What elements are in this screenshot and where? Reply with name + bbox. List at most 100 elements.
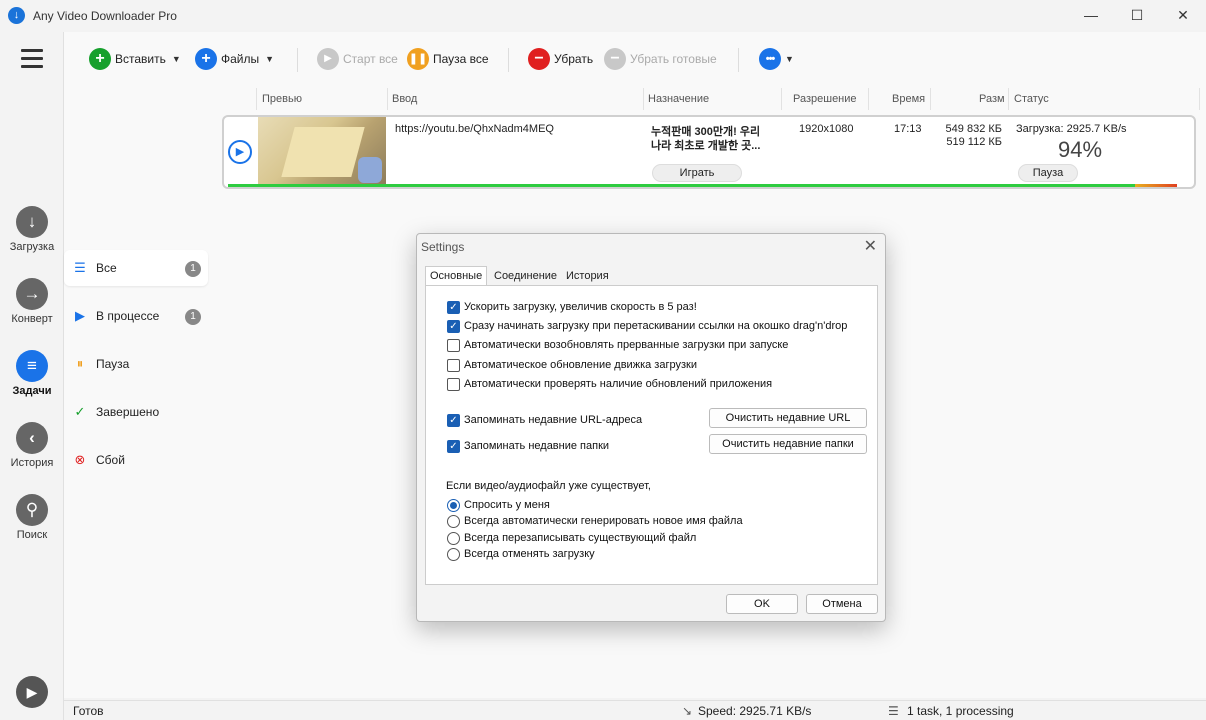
- checkbox-remember-urls[interactable]: ✓ Запоминать недавние URL-адреса: [447, 413, 642, 427]
- toolbar-divider: [508, 48, 509, 72]
- checkbox-box[interactable]: [447, 358, 460, 372]
- column-header-status[interactable]: Статус: [1014, 93, 1049, 105]
- checkbox-label: Сразу начинать загрузку при перетаскиван…: [464, 320, 848, 332]
- maximize-icon[interactable]: ☐: [1114, 0, 1160, 32]
- column-header-preview[interactable]: Превью: [262, 93, 302, 105]
- paste-button[interactable]: + Вставить ▼: [89, 47, 181, 71]
- radio-circle[interactable]: [447, 547, 460, 561]
- pause-all-button[interactable]: ❚❚ Пауза все: [407, 47, 489, 71]
- close-icon[interactable]: ✕: [1160, 0, 1206, 32]
- play-icon[interactable]: ▶: [228, 140, 252, 164]
- radio-ask[interactable]: Спросить у меня: [447, 498, 550, 512]
- radio-overwrite[interactable]: Всегда перезаписывать существующий файл: [447, 531, 696, 545]
- filter-item-completed[interactable]: ✓ Завершено: [64, 394, 208, 430]
- remove-done-button[interactable]: − Убрать готовые: [604, 47, 717, 71]
- video-thumbnail: [258, 117, 386, 187]
- search-icon: ⚲: [16, 494, 48, 526]
- checkbox-box[interactable]: [447, 377, 460, 391]
- checkbox-box[interactable]: ✓: [447, 300, 460, 314]
- clear-folders-button[interactable]: Очистить недавние папки: [709, 434, 867, 454]
- play-circle-icon: ▶: [75, 308, 85, 323]
- checkbox-app-update[interactable]: Автоматически проверять наличие обновлен…: [447, 377, 772, 391]
- close-icon[interactable]: ✕: [864, 236, 877, 256]
- filter-item-paused[interactable]: ⏸ Пауза: [64, 346, 208, 382]
- sidebar-item-search[interactable]: ⚲ Поиск: [0, 494, 64, 541]
- filter-label: Пауза: [96, 357, 130, 371]
- sidebar-item-tasks[interactable]: ≡ Задачи: [0, 350, 64, 397]
- minimize-icon[interactable]: —: [1068, 0, 1114, 32]
- download-percent: 94%: [1057, 137, 1103, 162]
- filter-label: В процессе: [96, 309, 160, 323]
- remove-button[interactable]: − Убрать: [528, 47, 593, 71]
- filter-item-all[interactable]: ☰ Все 1: [64, 250, 208, 286]
- column-divider: [1199, 88, 1200, 110]
- play-video-button[interactable]: Играть: [652, 164, 742, 182]
- sidebar-item-convert[interactable]: → Конверт: [0, 278, 64, 325]
- tab-connection[interactable]: Соединение: [489, 266, 559, 286]
- pause-download-button[interactable]: Пауза: [1018, 164, 1078, 182]
- tab-history[interactable]: История: [561, 266, 617, 286]
- column-header-size[interactable]: Разм: [979, 93, 1005, 105]
- checkbox-speedup[interactable]: ✓ Ускорить загрузку, увеличив скорость в …: [447, 300, 697, 314]
- column-header-time[interactable]: Время: [892, 93, 925, 105]
- column-header-input[interactable]: Ввод: [392, 93, 417, 105]
- checkbox-dragdrop[interactable]: ✓ Сразу начинать загрузку при перетаскива…: [447, 319, 847, 333]
- chevron-down-icon[interactable]: ▼: [265, 54, 274, 64]
- filter-item-failed[interactable]: ⊗ Сбой: [64, 442, 208, 478]
- filter-item-in-progress[interactable]: ▶ В процессе 1: [64, 298, 208, 334]
- radio-circle[interactable]: [447, 498, 460, 512]
- radio-rename[interactable]: Всегда автоматически генерировать новое …: [447, 514, 743, 528]
- start-all-button[interactable]: ▶ Старт все: [317, 47, 398, 71]
- download-row[interactable]: ▶ https://youtu.be/QhxNadm4MEQ 누적판매 300만…: [222, 115, 1196, 189]
- column-header-destination[interactable]: Назначение: [648, 93, 709, 105]
- sidebar-item-history[interactable]: ‹ История: [0, 422, 64, 469]
- cancel-button[interactable]: Отмена: [806, 594, 878, 614]
- more-button[interactable]: ••• ▼: [759, 47, 794, 71]
- checkbox-box[interactable]: [447, 338, 460, 352]
- checkbox-box[interactable]: ✓: [447, 439, 460, 453]
- play-icon[interactable]: ▶: [16, 676, 48, 708]
- status-tasks: 1 task, 1 processing: [907, 704, 1014, 718]
- column-divider: [781, 88, 782, 110]
- column-header-resolution[interactable]: Разрешение: [793, 93, 857, 105]
- sidebar: ↓ Загрузка → Конверт ≡ Задачи ‹ История …: [0, 32, 64, 720]
- sidebar-item-label: Конверт: [11, 313, 53, 325]
- chevron-down-icon[interactable]: ▼: [172, 54, 181, 64]
- size-done: 519 112 КБ: [946, 136, 1002, 148]
- checkbox-resume[interactable]: Автоматически возобновлять прерванные за…: [447, 338, 788, 352]
- filter-label: Сбой: [96, 453, 125, 467]
- app-logo-icon: ↓: [8, 7, 25, 24]
- toolbar: + Вставить ▼ + Файлы ▼ ▶ Старт все ❚❚ Па…: [64, 32, 1206, 88]
- tasks-icon: ☰: [888, 704, 899, 718]
- clear-urls-button[interactable]: Очистить недавние URL: [709, 408, 867, 428]
- download-icon: ↓: [16, 206, 48, 238]
- minus-icon: −: [604, 48, 626, 70]
- sidebar-item-download[interactable]: ↓ Загрузка: [0, 206, 64, 253]
- checkbox-box[interactable]: ✓: [447, 413, 460, 427]
- checkbox-label: Запоминать недавние папки: [464, 440, 610, 452]
- hamburger-menu-icon[interactable]: [21, 49, 43, 69]
- paste-label: Вставить: [115, 52, 166, 66]
- checkbox-remember-folders[interactable]: ✓ Запоминать недавние папки: [447, 439, 609, 453]
- files-button[interactable]: + Файлы ▼: [195, 47, 274, 71]
- download-status: Загрузка: 2925.7 KB/s: [1016, 123, 1127, 135]
- download-url: https://youtu.be/QhxNadm4MEQ: [395, 123, 554, 135]
- column-divider: [256, 88, 257, 110]
- ok-button[interactable]: OK: [726, 594, 798, 614]
- remove-done-label: Убрать готовые: [630, 52, 717, 66]
- video-duration: 17:13: [894, 123, 922, 135]
- progress-bar: [228, 184, 1137, 187]
- radio-circle[interactable]: [447, 531, 460, 545]
- radio-cancel[interactable]: Всегда отменять загрузку: [447, 547, 595, 561]
- column-divider: [387, 88, 388, 110]
- checkbox-box[interactable]: ✓: [447, 319, 460, 333]
- checkbox-label: Запоминать недавние URL-адреса: [464, 414, 643, 426]
- history-icon: ‹: [16, 422, 48, 454]
- sidebar-item-label: Задачи: [12, 385, 52, 397]
- checkbox-engine-update[interactable]: Автоматическое обновление движка загрузк…: [447, 358, 697, 372]
- size-total: 549 832 КБ: [945, 123, 1002, 135]
- tasks-icon: ≡: [16, 350, 48, 382]
- tab-general[interactable]: Основные: [425, 266, 487, 287]
- radio-circle[interactable]: [447, 514, 460, 528]
- sidebar-item-label: История: [10, 457, 54, 469]
